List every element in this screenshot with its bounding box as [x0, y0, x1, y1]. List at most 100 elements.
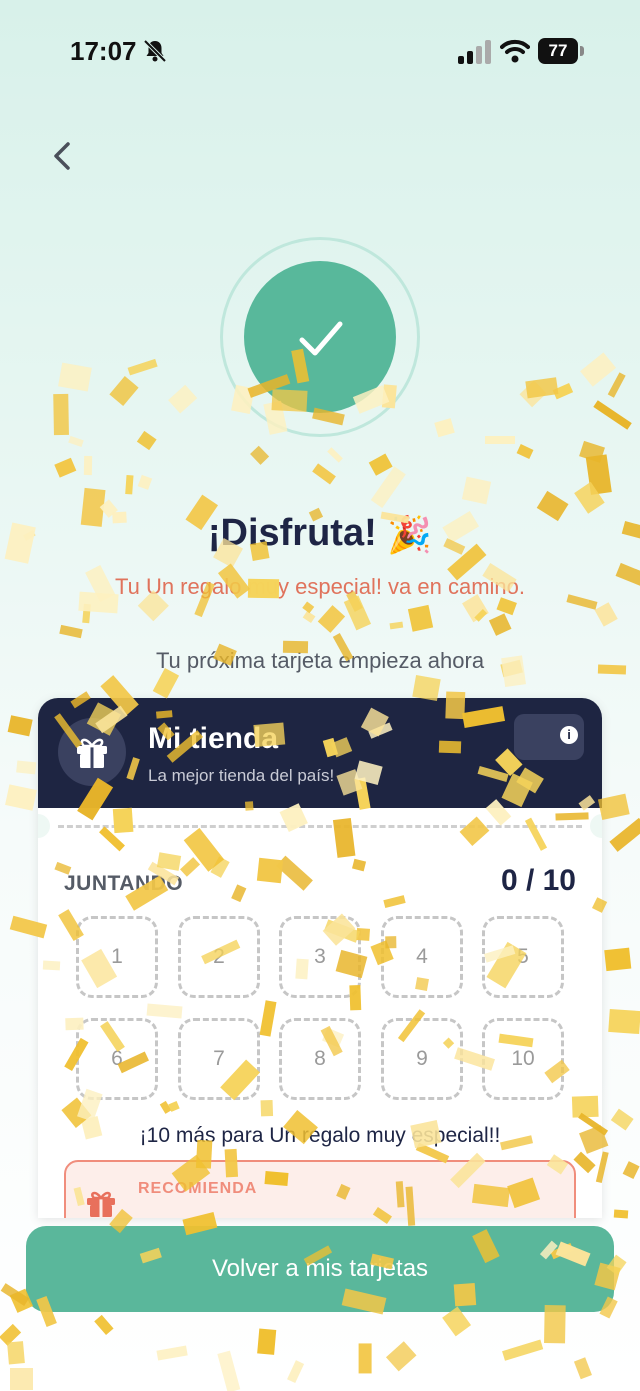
stamp-slot: 10 — [482, 1018, 564, 1100]
confetti-piece — [344, 595, 372, 631]
stamp-slot: 1 — [76, 916, 158, 998]
confetti-piece — [327, 447, 344, 464]
confetti-piece — [58, 362, 92, 392]
confetti-piece — [301, 601, 315, 615]
chevron-left-icon — [54, 142, 70, 170]
confetti-piece — [156, 1345, 188, 1361]
confetti-piece — [573, 1357, 592, 1380]
confetti-piece — [368, 452, 394, 476]
stamp-slot: 5 — [482, 916, 564, 998]
stamp-slot: 8 — [279, 1018, 361, 1100]
card-notch — [38, 814, 50, 838]
confetti-piece — [502, 1339, 544, 1361]
confetti-piece — [608, 372, 627, 399]
wifi-icon — [500, 39, 530, 63]
confetti-piece — [385, 1341, 417, 1372]
confetti-piece — [59, 625, 83, 639]
confetti-piece — [53, 458, 76, 479]
stamp-slot: 7 — [178, 1018, 260, 1100]
confetti-piece — [168, 384, 198, 414]
recommend-banner[interactable]: RECOMIENDA — [64, 1160, 576, 1218]
confetti-piece — [94, 1314, 114, 1335]
party-popper-icon: 🎉 — [387, 513, 433, 555]
confetti-piece — [609, 817, 640, 852]
confetti-piece — [5, 784, 37, 811]
confetti-piece — [53, 393, 70, 435]
confetti-piece — [574, 481, 605, 514]
stamp-slot: 6 — [76, 1018, 158, 1100]
confetti-piece — [489, 613, 512, 637]
confetti-piece — [389, 620, 404, 630]
confetti-piece — [524, 377, 559, 399]
confetti-piece — [586, 454, 613, 495]
confetti-piece — [358, 1343, 372, 1374]
confetti-piece — [7, 1341, 25, 1365]
check-icon — [299, 321, 343, 356]
info-button[interactable]: i — [514, 704, 584, 764]
confetti-piece — [0, 1282, 29, 1306]
progress-count: 0 / 10 — [500, 864, 576, 897]
confetti-piece — [608, 1008, 640, 1034]
confetti-piece — [597, 793, 630, 820]
info-icon: i — [560, 726, 578, 744]
confetti-piece — [594, 602, 618, 628]
card-header: Mi tienda La mejor tienda del país! i — [38, 698, 602, 808]
confetti-piece — [311, 463, 336, 485]
confetti-piece — [592, 400, 632, 430]
confetti-piece — [578, 441, 605, 464]
back-button[interactable] — [44, 134, 84, 178]
confetti-piece — [68, 435, 84, 447]
store-tagline: La mejor tienda del país! — [148, 766, 335, 785]
gift-status-text: Tu Un regalo muy especial! va en camino. — [114, 574, 526, 599]
stamp-slot: 3 — [279, 916, 361, 998]
confetti-piece — [286, 1359, 304, 1383]
confetti-piece — [613, 1209, 629, 1219]
confetti-piece — [257, 1328, 277, 1355]
confetti-piece — [517, 443, 534, 459]
status-time: 17:07 — [70, 36, 137, 66]
confetti-piece — [84, 455, 93, 476]
stamp-slot: 4 — [381, 916, 463, 998]
confetti-piece — [552, 382, 574, 399]
loyalty-card[interactable]: Mi tienda La mejor tienda del país! i JU… — [38, 698, 602, 1218]
progress-label: JUNTANDO — [64, 872, 184, 895]
confetti-piece — [433, 418, 455, 438]
confetti-piece — [109, 375, 139, 406]
bell-muted-icon — [143, 39, 167, 63]
confetti-piece — [124, 474, 134, 495]
recommend-label: RECOMIENDA — [138, 1180, 258, 1197]
battery-level: 77 — [538, 38, 578, 64]
gift-icon — [77, 738, 107, 768]
stamp-slot: 2 — [178, 916, 260, 998]
status-bar: 17:07 77 — [0, 0, 640, 100]
confetti-piece — [82, 603, 91, 624]
confetti-piece — [461, 476, 491, 505]
confetti-piece — [621, 1161, 639, 1180]
confetti-piece — [127, 358, 158, 376]
store-name: Mi tienda — [148, 722, 279, 755]
confetti-piece — [611, 1108, 635, 1131]
back-to-cards-button[interactable]: Volver a mis tarjetas — [26, 1226, 614, 1312]
confetti-piece — [136, 430, 157, 450]
confetti-piece — [474, 608, 488, 622]
confetti-piece — [250, 446, 270, 465]
title-text: ¡Disfruta! — [207, 512, 377, 554]
confetti-piece — [217, 1350, 241, 1391]
confetti-piece — [0, 1324, 22, 1346]
confetti-piece — [580, 352, 617, 388]
reward-text: ¡10 más para Un regalo muy especial!! — [139, 1124, 501, 1147]
next-card-text: Tu próxima tarjeta empieza ahora — [155, 648, 485, 673]
confetti-piece — [519, 380, 547, 408]
stamp-slot: 9 — [381, 1018, 463, 1100]
battery-icon: 77 — [538, 38, 584, 64]
confetti-piece — [408, 605, 434, 633]
confetti-piece — [9, 1367, 34, 1391]
confetti-piece — [371, 466, 406, 508]
confetti-piece — [484, 435, 516, 444]
confetti-piece — [7, 715, 33, 737]
confetti-piece — [317, 605, 345, 633]
card-notch — [590, 814, 602, 838]
gift-icon — [87, 1191, 115, 1217]
signal-icon — [458, 40, 491, 64]
card-divider — [58, 825, 582, 828]
